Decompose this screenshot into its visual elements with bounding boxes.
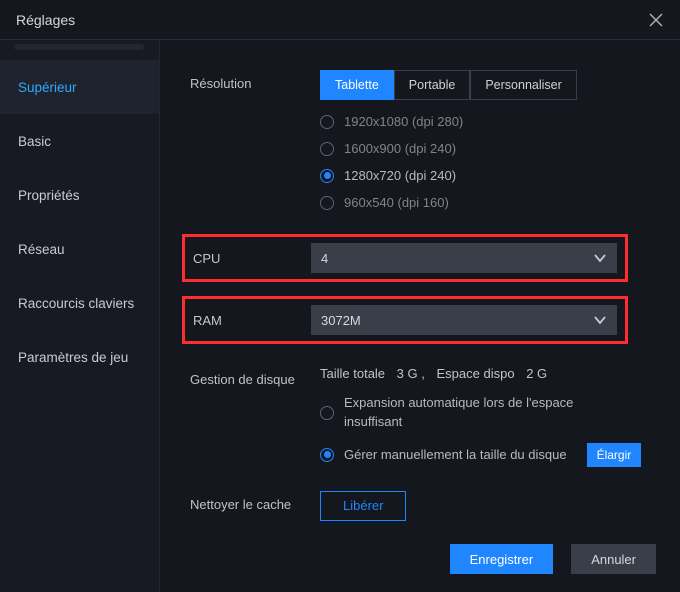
titlebar: Réglages xyxy=(0,0,680,40)
ram-value: 3072M xyxy=(321,313,361,328)
sidebar-item-label: Paramètres de jeu xyxy=(18,350,128,365)
footer: Enregistrer Annuler xyxy=(450,544,656,574)
cancel-button[interactable]: Annuler xyxy=(571,544,656,574)
disk-total-value: 3 G xyxy=(397,366,418,381)
radio-icon xyxy=(320,169,334,183)
disk-option-auto-label: Expansion automatique lors de l'espace i… xyxy=(344,395,573,431)
disk-info: Taille totale 3 G , Espace dispo 2 G xyxy=(320,366,650,381)
sidebar-item-shortcuts[interactable]: Raccourcis claviers xyxy=(0,276,159,330)
resolution-option-label: 1600x900 (dpi 240) xyxy=(344,141,456,156)
resolution-label: Résolution xyxy=(190,70,320,91)
sidebar-item-label: Réseau xyxy=(18,242,65,257)
resolution-option-960[interactable]: 960x540 (dpi 160) xyxy=(320,195,650,210)
resolution-option-1280[interactable]: 1280x720 (dpi 240) xyxy=(320,168,650,183)
sidebar-strip xyxy=(14,44,144,50)
disk-free-value: 2 G xyxy=(526,366,547,381)
release-button[interactable]: Libérer xyxy=(320,491,406,521)
sidebar-item-game-settings[interactable]: Paramètres de jeu xyxy=(0,330,159,384)
radio-icon xyxy=(320,142,334,156)
disk-sep: , xyxy=(421,366,425,381)
resolution-option-1600[interactable]: 1600x900 (dpi 240) xyxy=(320,141,650,156)
disk-options: Expansion automatique lors de l'espace i… xyxy=(320,395,650,467)
cache-field: Libérer xyxy=(320,491,650,521)
resolution-options: 1920x1080 (dpi 280) 1600x900 (dpi 240) 1… xyxy=(320,114,650,210)
cpu-select[interactable]: 4 xyxy=(311,243,617,273)
row-cache: Nettoyer le cache Libérer xyxy=(190,491,650,521)
tab-portable[interactable]: Portable xyxy=(394,70,471,100)
ram-select[interactable]: 3072M xyxy=(311,305,617,335)
cpu-label: CPU xyxy=(193,251,311,266)
chevron-down-icon xyxy=(593,313,607,327)
resolution-field: Tablette Portable Personnaliser 1920x108… xyxy=(320,70,650,210)
tab-tablet[interactable]: Tablette xyxy=(320,70,394,100)
disk-option-manual[interactable]: Gérer manuellement la taille du disque É… xyxy=(320,443,650,467)
disk-field: Taille totale 3 G , Espace dispo 2 G Exp… xyxy=(320,366,650,467)
disk-free-label: Espace dispo xyxy=(437,366,515,381)
disk-option-auto[interactable]: Expansion automatique lors de l'espace i… xyxy=(320,395,650,431)
radio-icon xyxy=(320,406,334,420)
resolution-option-1920[interactable]: 1920x1080 (dpi 280) xyxy=(320,114,650,129)
tab-custom[interactable]: Personnaliser xyxy=(470,70,576,100)
resolution-tabs: Tablette Portable Personnaliser xyxy=(320,70,650,100)
content: Supérieur Basic Propriétés Réseau Raccou… xyxy=(0,40,680,592)
sidebar-item-label: Propriétés xyxy=(18,188,80,203)
settings-panel: Résolution Tablette Portable Personnalis… xyxy=(160,40,680,592)
sidebar-item-basic[interactable]: Basic xyxy=(0,114,159,168)
sidebar-item-superior[interactable]: Supérieur xyxy=(0,60,159,114)
row-disk: Gestion de disque Taille totale 3 G , Es… xyxy=(190,366,650,467)
window-title: Réglages xyxy=(16,12,75,28)
save-button[interactable]: Enregistrer xyxy=(450,544,554,574)
resolution-option-label: 1280x720 (dpi 240) xyxy=(344,168,456,183)
row-ram: RAM 3072M xyxy=(182,296,628,344)
chevron-down-icon xyxy=(593,251,607,265)
disk-option-manual-label: Gérer manuellement la taille du disque xyxy=(344,447,567,462)
disk-total-label: Taille totale xyxy=(320,366,385,381)
sidebar-item-label: Raccourcis claviers xyxy=(18,296,134,311)
radio-icon xyxy=(320,448,334,462)
resolution-option-label: 1920x1080 (dpi 280) xyxy=(344,114,463,129)
sidebar-item-properties[interactable]: Propriétés xyxy=(0,168,159,222)
cache-label: Nettoyer le cache xyxy=(190,491,320,512)
cpu-value: 4 xyxy=(321,251,328,266)
sidebar-item-label: Supérieur xyxy=(18,80,77,95)
row-resolution: Résolution Tablette Portable Personnalis… xyxy=(190,70,650,210)
sidebar-item-label: Basic xyxy=(18,134,51,149)
resolution-option-label: 960x540 (dpi 160) xyxy=(344,195,449,210)
sidebar: Supérieur Basic Propriétés Réseau Raccou… xyxy=(0,40,160,592)
row-cpu: CPU 4 xyxy=(182,234,628,282)
close-icon[interactable] xyxy=(648,12,664,28)
expand-button[interactable]: Élargir xyxy=(587,443,642,467)
radio-icon xyxy=(320,196,334,210)
sidebar-item-network[interactable]: Réseau xyxy=(0,222,159,276)
radio-icon xyxy=(320,115,334,129)
disk-label: Gestion de disque xyxy=(190,366,320,387)
ram-label: RAM xyxy=(193,313,311,328)
